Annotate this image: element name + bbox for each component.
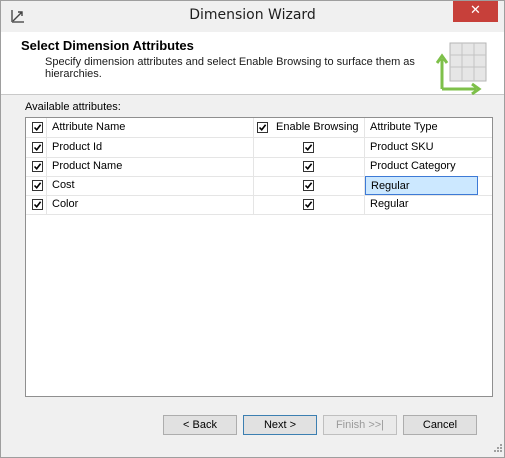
column-header-attribute-type[interactable]: Attribute Type [370, 118, 438, 137]
enable-browsing-checkbox[interactable] [303, 180, 314, 191]
attribute-row[interactable]: Product Name Product Category [26, 157, 492, 177]
close-button[interactable]: ✕ [453, 1, 498, 22]
title-bar: Dimension Wizard ✕ [1, 1, 504, 32]
attribute-type[interactable]: Product SKU [370, 138, 434, 157]
wizard-header: Select Dimension Attributes Specify dime… [1, 32, 504, 95]
page-description: Specify dimension attributes and select … [45, 56, 415, 80]
enable-browsing-checkbox[interactable] [303, 142, 314, 153]
attribute-name[interactable]: Product Id [52, 138, 102, 157]
resize-grip-icon[interactable] [493, 443, 503, 453]
column-header-attribute-name[interactable]: Attribute Name [52, 118, 125, 137]
attribute-row[interactable]: Color Regular [26, 195, 492, 215]
include-checkbox[interactable] [32, 180, 43, 191]
window-title: Dimension Wizard [189, 7, 316, 23]
include-checkbox[interactable] [32, 199, 43, 210]
attribute-row[interactable]: Cost Regular [26, 176, 492, 196]
attributes-grid: Attribute Name Enable Browsing Attribute… [25, 117, 493, 397]
select-all-checkbox[interactable] [32, 122, 43, 133]
enable-browsing-all-checkbox[interactable] [257, 122, 268, 133]
enable-browsing-checkbox[interactable] [303, 199, 314, 210]
finish-button[interactable]: Finish >>| [323, 415, 397, 435]
attribute-name[interactable]: Color [52, 195, 78, 214]
wizard-window: Dimension Wizard ✕ Select Dimension Attr… [0, 0, 505, 458]
close-icon: ✕ [470, 3, 481, 18]
attribute-name[interactable]: Product Name [52, 157, 122, 176]
dimension-cube-icon [436, 42, 487, 95]
grid-header-row: Attribute Name Enable Browsing Attribute… [26, 118, 492, 138]
attribute-type[interactable]: Regular [370, 195, 409, 214]
cancel-button[interactable]: Cancel [403, 415, 477, 435]
page-title: Select Dimension Attributes [21, 38, 194, 53]
attribute-type[interactable]: Product Category [370, 157, 456, 176]
next-button[interactable]: Next > [243, 415, 317, 435]
enable-browsing-checkbox[interactable] [303, 161, 314, 172]
column-header-enable-browsing[interactable]: Enable Browsing [276, 118, 359, 137]
available-attributes-label: Available attributes: [25, 101, 121, 113]
attribute-name[interactable]: Cost [52, 176, 75, 195]
include-checkbox[interactable] [32, 142, 43, 153]
attribute-row[interactable]: Product Id Product SKU [26, 138, 492, 158]
attribute-type-selected[interactable]: Regular [365, 176, 478, 195]
back-button[interactable]: < Back [163, 415, 237, 435]
include-checkbox[interactable] [32, 161, 43, 172]
